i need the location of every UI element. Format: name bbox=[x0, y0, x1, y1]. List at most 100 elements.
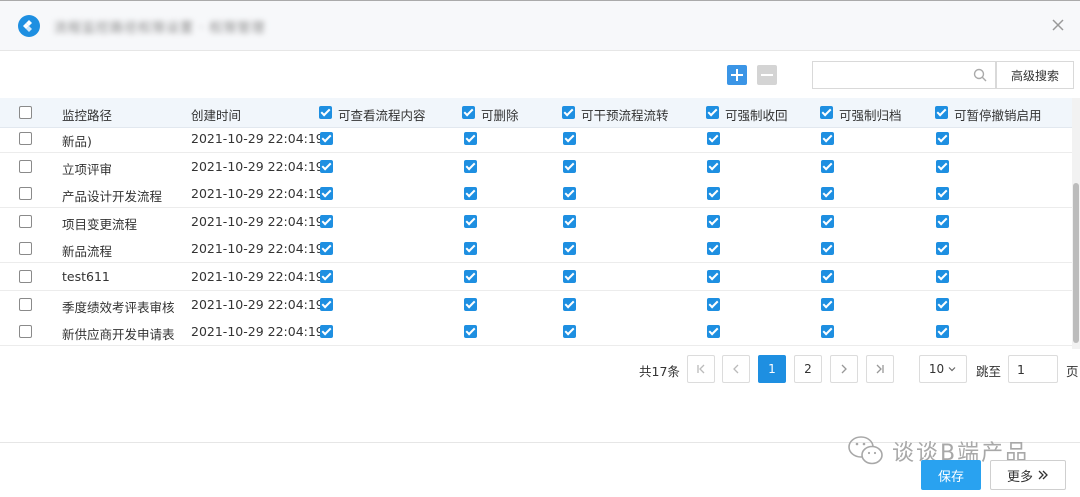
row-delete-checkbox[interactable] bbox=[464, 242, 477, 256]
row-view-checkbox[interactable] bbox=[320, 187, 333, 201]
row-path: 新品) bbox=[62, 134, 92, 149]
row-delete-checkbox[interactable] bbox=[464, 325, 477, 339]
table-row[interactable]: 季度绩效考评表审核 2021-10-29 22:04:19 bbox=[0, 290, 1072, 319]
chevron-down-icon bbox=[948, 367, 956, 372]
row-archive-checkbox[interactable] bbox=[821, 242, 834, 256]
row-delete-checkbox[interactable] bbox=[464, 297, 477, 311]
row-select-checkbox[interactable] bbox=[19, 214, 32, 228]
page-button-1[interactable]: 1 bbox=[758, 355, 786, 383]
row-recall-checkbox[interactable] bbox=[707, 297, 720, 311]
row-archive-checkbox[interactable] bbox=[821, 270, 834, 283]
recall-column-checkbox[interactable] bbox=[706, 106, 719, 119]
row-path: 立项评审 bbox=[62, 161, 113, 177]
select-all-checkbox[interactable] bbox=[19, 106, 32, 119]
row-recall-checkbox[interactable] bbox=[707, 325, 720, 339]
row-path: 新供应商开发申请表 bbox=[62, 327, 175, 343]
scrollbar-thumb[interactable] bbox=[1073, 183, 1079, 343]
search-icon[interactable] bbox=[973, 68, 987, 86]
row-view-checkbox[interactable] bbox=[320, 325, 333, 339]
plus-icon[interactable] bbox=[727, 65, 747, 85]
row-select-checkbox[interactable] bbox=[19, 159, 32, 173]
table-row[interactable]: test611 2021-10-29 22:04:19 bbox=[0, 263, 1072, 291]
table-row[interactable]: 产品设计开发流程 2021-10-29 22:04:19 bbox=[0, 180, 1072, 209]
table-row[interactable]: 立项评审 2021-10-29 22:04:19 bbox=[0, 152, 1072, 181]
row-intervene-checkbox[interactable] bbox=[563, 159, 576, 173]
row-suspend-checkbox[interactable] bbox=[936, 297, 949, 311]
row-archive-checkbox[interactable] bbox=[821, 325, 834, 339]
row-archive-checkbox[interactable] bbox=[821, 297, 834, 311]
delete-column-checkbox[interactable] bbox=[462, 106, 475, 119]
save-button[interactable]: 保存 bbox=[921, 460, 981, 490]
row-suspend-checkbox[interactable] bbox=[936, 214, 949, 228]
close-icon[interactable] bbox=[1048, 15, 1068, 35]
row-recall-checkbox[interactable] bbox=[707, 132, 720, 145]
row-select-checkbox[interactable] bbox=[19, 270, 32, 283]
row-archive-checkbox[interactable] bbox=[821, 187, 834, 201]
more-button[interactable]: 更多 bbox=[990, 460, 1066, 490]
row-view-checkbox[interactable] bbox=[320, 297, 333, 311]
row-intervene-checkbox[interactable] bbox=[563, 242, 576, 256]
row-recall-checkbox[interactable] bbox=[707, 159, 720, 173]
row-recall-checkbox[interactable] bbox=[707, 270, 720, 283]
row-select-checkbox[interactable] bbox=[19, 242, 32, 256]
row-view-checkbox[interactable] bbox=[320, 159, 333, 173]
row-suspend-checkbox[interactable] bbox=[936, 187, 949, 201]
table-row[interactable]: 新品流程 2021-10-29 22:04:19 bbox=[0, 235, 1072, 264]
table-row[interactable]: 新品) 2021-10-29 22:04:19 bbox=[0, 128, 1072, 153]
table-row[interactable]: 新供应商开发申请表 2021-10-29 22:04:19 bbox=[0, 318, 1072, 347]
row-intervene-checkbox[interactable] bbox=[563, 132, 576, 145]
view-column-checkbox[interactable] bbox=[319, 106, 332, 119]
row-view-checkbox[interactable] bbox=[320, 214, 333, 228]
row-view-checkbox[interactable] bbox=[320, 270, 333, 283]
row-select-checkbox[interactable] bbox=[19, 325, 32, 339]
row-view-checkbox[interactable] bbox=[320, 132, 333, 145]
row-recall-checkbox[interactable] bbox=[707, 214, 720, 228]
page-button-2[interactable]: 2 bbox=[794, 355, 822, 383]
row-recall-checkbox[interactable] bbox=[707, 242, 720, 256]
row-delete-checkbox[interactable] bbox=[464, 270, 477, 283]
row-delete-checkbox[interactable] bbox=[464, 159, 477, 173]
row-archive-checkbox[interactable] bbox=[821, 214, 834, 228]
row-intervene-checkbox[interactable] bbox=[563, 297, 576, 311]
row-recall-checkbox[interactable] bbox=[707, 187, 720, 201]
search-field bbox=[812, 61, 996, 89]
suspend-column-checkbox[interactable] bbox=[935, 106, 948, 119]
row-archive-checkbox[interactable] bbox=[821, 132, 834, 145]
permission-dialog: 流程监控路径权限设置 · 权限管理 高级搜索 监控路径 创建时间 可查看流程内容… bbox=[0, 0, 1080, 497]
row-intervene-checkbox[interactable] bbox=[563, 214, 576, 228]
column-header-path: 监控路径 bbox=[62, 108, 113, 123]
row-intervene-checkbox[interactable] bbox=[563, 325, 576, 339]
row-archive-checkbox[interactable] bbox=[821, 159, 834, 173]
row-intervene-checkbox[interactable] bbox=[563, 270, 576, 283]
search-input[interactable] bbox=[813, 62, 963, 88]
row-delete-checkbox[interactable] bbox=[464, 132, 477, 145]
first-page-icon[interactable] bbox=[687, 355, 715, 383]
archive-column-checkbox[interactable] bbox=[820, 106, 833, 119]
row-select-checkbox[interactable] bbox=[19, 297, 32, 311]
minus-icon[interactable] bbox=[757, 65, 777, 85]
goto-page-input[interactable] bbox=[1008, 355, 1058, 383]
table-row[interactable]: 项目变更流程 2021-10-29 22:04:19 bbox=[0, 207, 1072, 236]
prev-page-icon[interactable] bbox=[722, 355, 750, 383]
row-suspend-checkbox[interactable] bbox=[936, 159, 949, 173]
row-delete-checkbox[interactable] bbox=[464, 187, 477, 201]
intervene-column-checkbox[interactable] bbox=[562, 106, 575, 119]
row-suspend-checkbox[interactable] bbox=[936, 132, 949, 145]
row-select-checkbox[interactable] bbox=[19, 187, 32, 201]
row-created-time: 2021-10-29 22:04:19 bbox=[191, 241, 324, 257]
row-suspend-checkbox[interactable] bbox=[936, 325, 949, 339]
row-view-checkbox[interactable] bbox=[320, 242, 333, 256]
row-select-checkbox[interactable] bbox=[19, 132, 32, 145]
table-scrollbar[interactable] bbox=[1072, 98, 1080, 349]
row-created-time: 2021-10-29 22:04:19 bbox=[191, 269, 324, 284]
row-suspend-checkbox[interactable] bbox=[936, 242, 949, 256]
row-suspend-checkbox[interactable] bbox=[936, 270, 949, 283]
page-size-select[interactable]: 10 bbox=[919, 355, 967, 383]
next-page-icon[interactable] bbox=[830, 355, 858, 383]
row-intervene-checkbox[interactable] bbox=[563, 187, 576, 201]
column-header-created: 创建时间 bbox=[191, 108, 242, 123]
dialog-titlebar: 流程监控路径权限设置 · 权限管理 bbox=[0, 1, 1080, 51]
advanced-search-button[interactable]: 高级搜索 bbox=[996, 61, 1074, 89]
row-delete-checkbox[interactable] bbox=[464, 214, 477, 228]
last-page-icon[interactable] bbox=[866, 355, 894, 383]
